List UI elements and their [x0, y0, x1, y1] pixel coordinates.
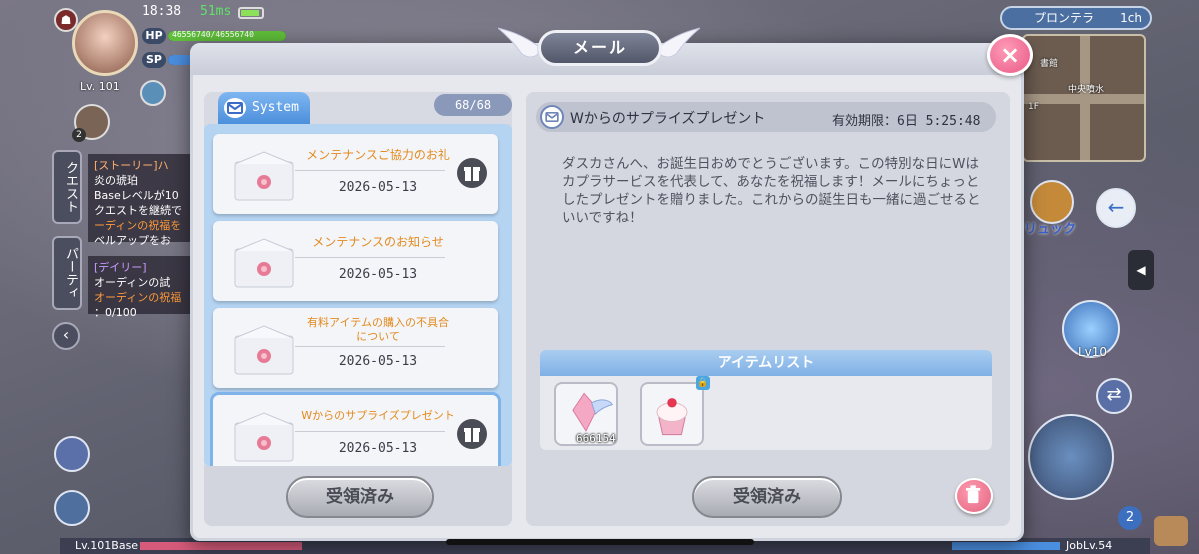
minimap-label: 書館 [1040, 59, 1059, 69]
daily-quest-panel[interactable]: [デイリー] オーディンの試 オーディンの祝福 ：0/100 [88, 256, 198, 319]
mail-subject: Wからのサプライズプレゼント [570, 111, 766, 127]
close-button[interactable]: × [987, 34, 1033, 76]
gift-icon [457, 419, 487, 449]
dialog-title: メール [538, 30, 662, 66]
mail-item[interactable]: メンテナンスのお知らせ 2026-05-13 [213, 221, 498, 301]
mail-date: 2026-05-13 [338, 354, 418, 369]
mail-title: メンテナンスのお知らせ [312, 235, 444, 249]
skill-level-badge: Lv10 [1078, 345, 1108, 359]
daily-quest-line: オーディンの祝福 [94, 291, 182, 304]
hp-bar: HP 46556740/46556740 [142, 28, 288, 44]
daily-quest-title: [デイリー] [94, 261, 147, 274]
mail-date: 2026-05-13 [338, 267, 418, 282]
story-quest-panel[interactable]: [ストーリー]ハ 炎の琥珀 Baseレベルが10 クエストを継続で ーディンの祝… [88, 154, 198, 247]
base-exp-fill [140, 542, 302, 550]
item-quantity: 666154 [576, 432, 616, 445]
home-indicator [446, 539, 754, 545]
cupcake-icon [656, 398, 688, 436]
envelope-icon [234, 325, 294, 375]
cupcake-item[interactable] [640, 382, 704, 446]
mail-icon [540, 105, 564, 129]
side-panel-toggle[interactable]: ◀ [1128, 250, 1154, 290]
player-level: Lv. 101 [80, 80, 120, 93]
claim-button[interactable]: 受領済み [692, 476, 842, 518]
base-level-text: Lv.101Base [75, 539, 139, 552]
story-quest-line: Baseレベルが10 [94, 189, 179, 202]
swap-icon[interactable]: ⇄ [1096, 378, 1132, 414]
mail-item-selected[interactable]: Wからのサプライズプレゼント 2026-05-13 [213, 395, 498, 466]
lock-icon: 🔒 [696, 376, 710, 390]
envelope-icon [234, 412, 294, 462]
ping-text: 51ms [200, 4, 232, 19]
collapse-panel-button[interactable]: ‹ [52, 322, 80, 350]
envelope-icon [234, 238, 294, 288]
gift-icon [457, 158, 487, 188]
story-quest-line: 炎の琥珀 [94, 174, 138, 187]
minimap-label: 1F [1028, 102, 1039, 112]
battery-icon [238, 7, 264, 19]
item-list-header: アイテムリスト [540, 350, 992, 376]
story-quest-line: ベルアップをお [94, 234, 171, 247]
mail-date: 2026-05-13 [338, 180, 418, 195]
trash-icon[interactable] [955, 478, 993, 514]
daily-quest-line: ：0/100 [94, 306, 137, 319]
story-quest-line: ーディンの祝福を [94, 219, 182, 232]
quest-tab[interactable]: クエスト [52, 150, 82, 224]
sp-label: SP [142, 52, 166, 68]
channel-label: 1ch [1120, 11, 1142, 25]
clock-text: 18:38 [142, 4, 182, 19]
mail-list[interactable]: メンテナンスご協力のお礼 2026-05-13 メンテナンスのお知らせ 2026… [204, 124, 512, 466]
party-tab[interactable]: パーティ [52, 236, 82, 310]
daily-quest-line: オーディンの試 [94, 276, 171, 289]
story-quest-title: [ストーリー]ハ [94, 159, 169, 172]
buff-icon[interactable] [140, 80, 166, 106]
job-level-text: JobLv.54 [1066, 539, 1113, 552]
mail-body: ダスカさんへ、お誕生日おめでとうございます。この特別な日にWはカプラサービスを代… [562, 156, 981, 226]
attack-sword-button[interactable] [1028, 414, 1114, 500]
emote-button[interactable] [54, 436, 90, 472]
minimap[interactable]: 中央噴水 書館 1F [1022, 34, 1146, 162]
mail-count: 68/68 [434, 94, 512, 116]
job-exp-fill [952, 542, 1060, 550]
pet-button[interactable] [54, 490, 90, 526]
mail-title: Wからのサプライズプレゼント [301, 409, 455, 422]
mail-title: メンテナンスご協力のお礼 [306, 148, 450, 162]
hp-label: HP [142, 28, 166, 44]
story-quest-line: クエストを継続で [94, 204, 182, 217]
party-count-badge: 2 [72, 128, 86, 142]
tab-system[interactable]: System [218, 92, 310, 124]
minimap-label: 中央噴水 [1068, 85, 1105, 95]
notification-badge[interactable]: 2 [1118, 506, 1142, 530]
claim-all-button[interactable]: 受領済み [286, 476, 434, 518]
server-name: プロンテラ [1034, 11, 1095, 25]
mail-title: 有料アイテムの購入の不具合 について [307, 316, 449, 343]
rucksack-label: リュック [1024, 222, 1077, 237]
money-bag-icon[interactable] [1154, 516, 1188, 546]
hp-value: 46556740/46556740 [172, 30, 254, 39]
server-selector[interactable]: プロンテラ 1ch [1000, 6, 1152, 30]
mail-date: 2026-05-13 [338, 441, 418, 456]
tab-label: System [252, 100, 299, 115]
player-avatar[interactable] [72, 10, 138, 76]
mail-icon [224, 98, 246, 118]
mail-item[interactable]: メンテナンスご協力のお礼 2026-05-13 [213, 134, 498, 214]
mail-item[interactable]: 有料アイテムの購入の不具合 について 2026-05-13 [213, 308, 498, 388]
back-arrow-icon[interactable]: ← [1096, 188, 1136, 228]
expiry-text: 有効期限：6日 5:25:48 [832, 114, 981, 129]
envelope-icon [234, 151, 294, 201]
